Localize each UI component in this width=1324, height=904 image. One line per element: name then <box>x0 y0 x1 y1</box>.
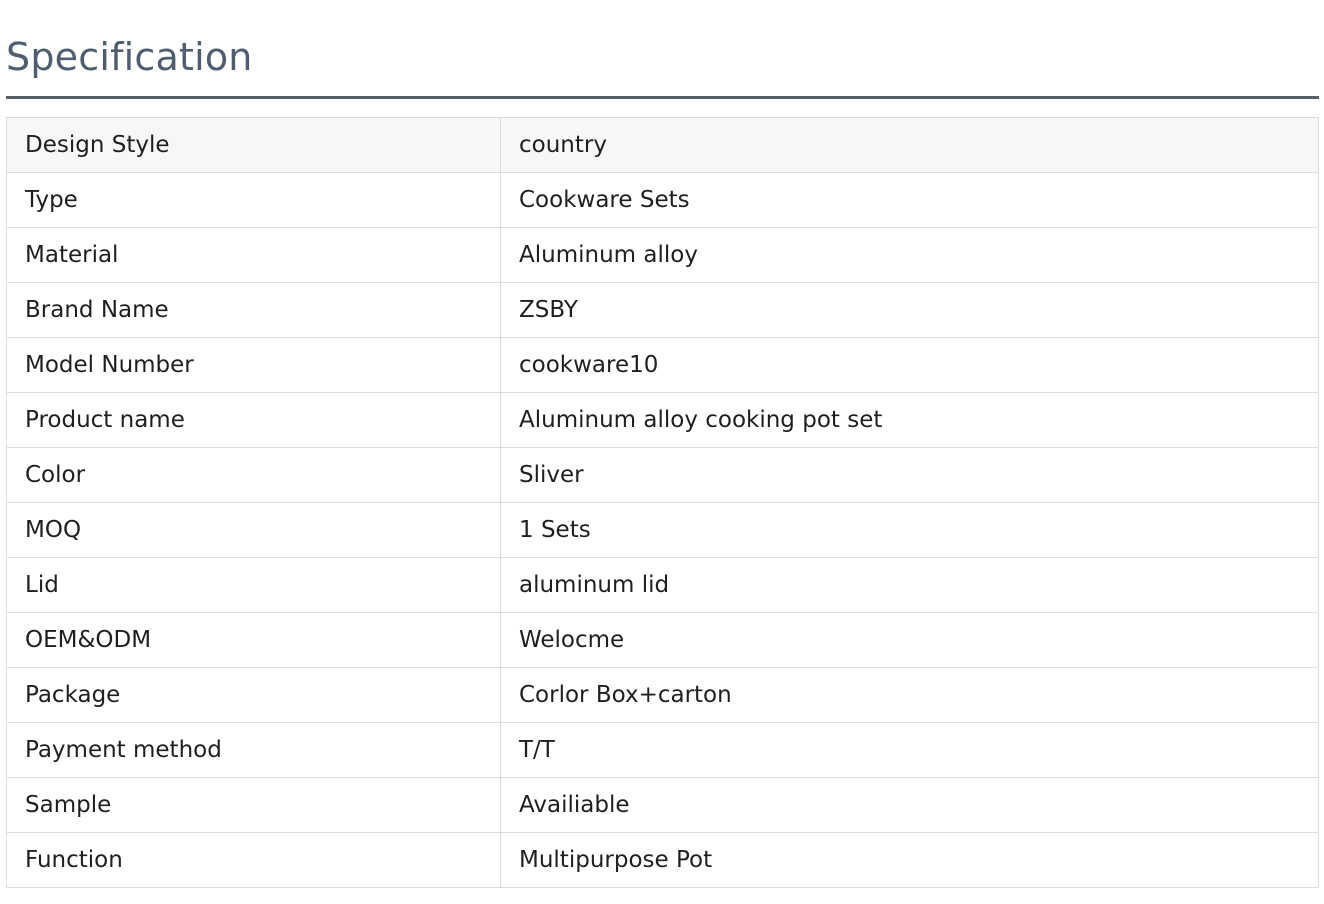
spec-value: Corlor Box+carton <box>500 667 1319 723</box>
section-title: Specification <box>6 35 253 79</box>
spec-value: Aluminum alloy <box>500 227 1319 283</box>
spec-label: Color <box>6 447 501 503</box>
spec-value: Welocme <box>500 612 1319 668</box>
specification-table: Design Style country Type Cookware Sets … <box>6 117 1319 888</box>
spec-label: Package <box>6 667 501 723</box>
table-row: Material Aluminum alloy <box>6 227 1319 283</box>
table-row: Design Style country <box>6 117 1319 173</box>
spec-value: T/T <box>500 722 1319 778</box>
spec-value: Multipurpose Pot <box>500 832 1319 888</box>
spec-label: MOQ <box>6 502 501 558</box>
spec-label: Payment method <box>6 722 501 778</box>
spec-label: Brand Name <box>6 282 501 338</box>
spec-label: Product name <box>6 392 501 448</box>
table-row: Product name Aluminum alloy cooking pot … <box>6 392 1319 448</box>
spec-value: cookware10 <box>500 337 1319 393</box>
table-row: Sample Availiable <box>6 777 1319 833</box>
spec-value: ZSBY <box>500 282 1319 338</box>
table-row: Color Sliver <box>6 447 1319 503</box>
specification-section: Specification Design Style country Type … <box>6 0 1319 888</box>
table-row: Function Multipurpose Pot <box>6 832 1319 888</box>
spec-label: Lid <box>6 557 501 613</box>
table-row: Brand Name ZSBY <box>6 282 1319 338</box>
spec-value: Aluminum alloy cooking pot set <box>500 392 1319 448</box>
table-row: MOQ 1 Sets <box>6 502 1319 558</box>
table-row: Package Corlor Box+carton <box>6 667 1319 723</box>
title-divider <box>6 96 1319 99</box>
spec-label: Sample <box>6 777 501 833</box>
spec-label: Material <box>6 227 501 283</box>
spec-label: OEM&ODM <box>6 612 501 668</box>
table-row: OEM&ODM Welocme <box>6 612 1319 668</box>
spec-value: country <box>500 117 1319 173</box>
table-row: Lid aluminum lid <box>6 557 1319 613</box>
spec-label: Function <box>6 832 501 888</box>
spec-value: Sliver <box>500 447 1319 503</box>
spec-value: 1 Sets <box>500 502 1319 558</box>
spec-label: Type <box>6 172 501 228</box>
spec-value: Availiable <box>500 777 1319 833</box>
spec-value: aluminum lid <box>500 557 1319 613</box>
table-row: Payment method T/T <box>6 722 1319 778</box>
spec-label: Design Style <box>6 117 501 173</box>
spec-label: Model Number <box>6 337 501 393</box>
table-row: Model Number cookware10 <box>6 337 1319 393</box>
spec-value: Cookware Sets <box>500 172 1319 228</box>
table-row: Type Cookware Sets <box>6 172 1319 228</box>
